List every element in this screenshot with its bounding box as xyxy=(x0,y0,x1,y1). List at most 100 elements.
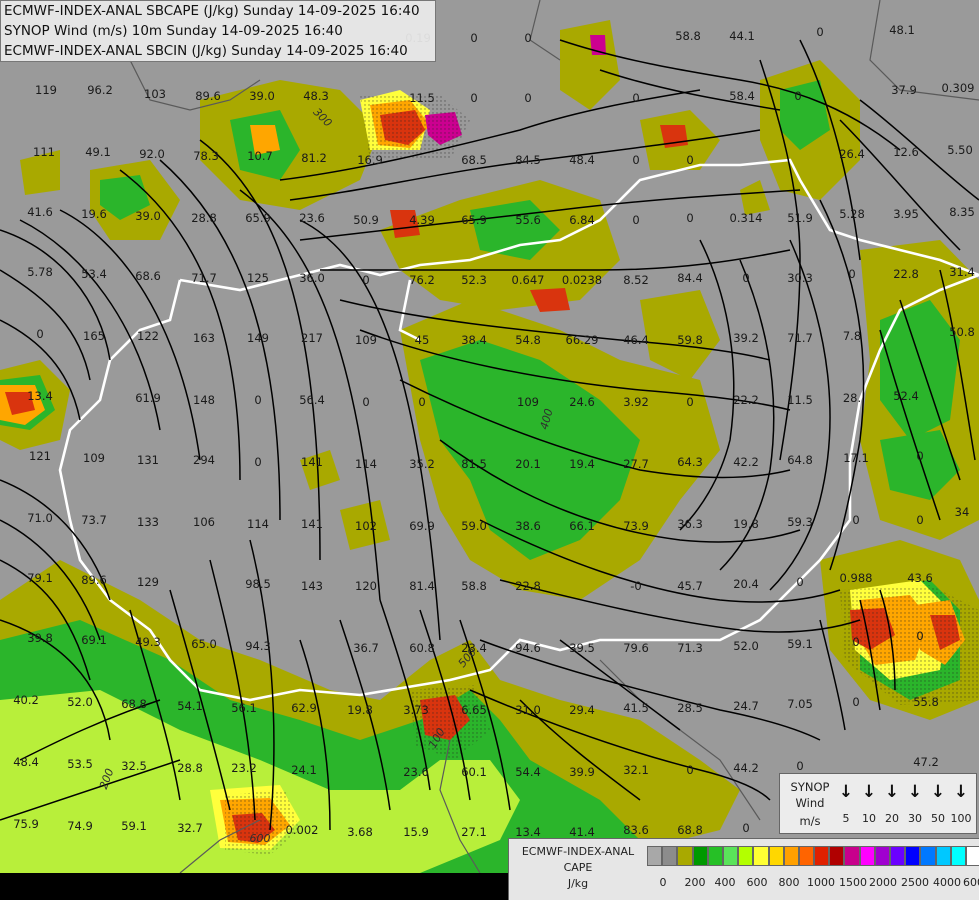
cape-field-map: 0.190058.844.1048.111996.210389.639.048.… xyxy=(0,0,979,900)
station-value: 36.3 xyxy=(677,517,703,531)
station-value: 65.9 xyxy=(245,211,271,225)
station-value: 27.7 xyxy=(623,457,649,471)
station-value: 81.4 xyxy=(409,579,435,593)
station-value: 0 xyxy=(632,91,639,105)
station-value: 120 xyxy=(355,579,377,593)
station-value: 36.0 xyxy=(299,271,325,285)
station-value: 36.7 xyxy=(353,641,379,655)
cape-legend-unit: J/kg xyxy=(567,877,589,890)
station-value: 39.2 xyxy=(733,331,759,345)
wind-legend-value: 5 xyxy=(842,812,850,825)
station-value: 0 xyxy=(686,395,693,409)
cape-color-swatch xyxy=(874,846,890,866)
station-value: 4.39 xyxy=(409,213,435,227)
station-value: 129 xyxy=(137,575,159,589)
wind-legend-unit: m/s xyxy=(799,814,821,828)
cape-color-swatch xyxy=(738,846,754,866)
station-value: 0.647 xyxy=(512,273,545,287)
station-value: 0 xyxy=(254,393,261,407)
station-value: 45.7 xyxy=(677,579,703,593)
station-value: 125 xyxy=(247,271,269,285)
wind-legend-title-2: Wind xyxy=(795,796,825,810)
station-value: 66.1 xyxy=(569,519,595,533)
station-value: 98.5 xyxy=(245,577,271,591)
station-value: 54.8 xyxy=(515,333,541,347)
station-value: 78.3 xyxy=(193,149,219,163)
station-value: 10.7 xyxy=(247,149,273,163)
station-value: 17.1 xyxy=(843,451,869,465)
station-value: 7.8 xyxy=(843,329,861,343)
station-value: 44.1 xyxy=(729,29,755,43)
station-value: 114 xyxy=(247,517,269,531)
station-value: 0 xyxy=(852,635,859,649)
cape-color-swatch xyxy=(707,846,723,866)
station-value: 7.05 xyxy=(787,697,813,711)
station-value: 0 xyxy=(632,153,639,167)
station-value: 50.8 xyxy=(949,325,975,339)
station-value: 3.73 xyxy=(403,703,429,717)
cape-tick-label: 1000 xyxy=(807,876,835,889)
station-value: 49.1 xyxy=(85,145,111,159)
station-value: 0 xyxy=(362,395,369,409)
station-value: 119 xyxy=(35,83,57,97)
station-value: 0 xyxy=(686,211,693,225)
wind-arrow-icon: ↓ xyxy=(930,782,946,802)
cape-color-swatch xyxy=(829,846,845,866)
cape-color-swatch xyxy=(844,846,860,866)
wind-legend-value: 10 xyxy=(862,812,876,825)
station-value: 11.5 xyxy=(787,393,813,407)
cape-color-swatch xyxy=(783,846,799,866)
station-value: 143 xyxy=(301,579,323,593)
station-value: 60.8 xyxy=(409,641,435,655)
station-value: 20.4 xyxy=(733,577,759,591)
cape-color-swatch xyxy=(798,846,815,866)
station-value: 43.6 xyxy=(907,571,933,585)
station-value: 31.4 xyxy=(949,265,975,279)
station-value: 68.8 xyxy=(121,697,147,711)
station-value: 37.9 xyxy=(891,83,917,97)
station-value: 41.5 xyxy=(623,701,649,715)
cape-tick-label: 6000 xyxy=(963,876,979,889)
cape-tick-label: 400 xyxy=(714,876,736,889)
station-value: 11.5 xyxy=(409,91,435,105)
station-value: 68.8 xyxy=(677,823,703,837)
station-value: 19.4 xyxy=(569,457,595,471)
station-value: 28. xyxy=(843,391,861,405)
station-value: 58.8 xyxy=(675,29,701,43)
station-value: 71.7 xyxy=(787,331,813,345)
station-value: 0 xyxy=(742,821,749,835)
station-value: 59.0 xyxy=(461,519,487,533)
station-value: 0.002 xyxy=(286,823,319,837)
station-value: 40.2 xyxy=(13,693,39,707)
station-value: 294 xyxy=(193,453,215,467)
station-value: 23.2 xyxy=(231,761,257,775)
station-value: 5.50 xyxy=(947,143,973,157)
station-value: 56.1 xyxy=(231,701,257,715)
station-value: 12.6 xyxy=(893,145,919,159)
station-value: 22.8 xyxy=(893,267,919,281)
station-value: 84.4 xyxy=(677,271,703,285)
station-value: 109 xyxy=(83,451,105,465)
cape-color-swatches xyxy=(647,846,979,866)
station-value: 0 xyxy=(796,759,803,773)
station-value: 39.0 xyxy=(135,209,161,223)
station-value: 49.3 xyxy=(135,635,161,649)
station-value: 94.6 xyxy=(515,641,541,655)
cape-color-legend: ECMWF-INDEX-ANAL CAPE J/kg 0 200 400 600 800… xyxy=(508,838,979,900)
station-value: 20.1 xyxy=(515,457,541,471)
cape-tick-label: 600 xyxy=(746,876,768,889)
station-value: 28.8 xyxy=(177,761,203,775)
station-value: 45 xyxy=(415,333,430,347)
station-value: 0 xyxy=(916,629,923,643)
station-value: 13.4 xyxy=(515,825,541,839)
station-value: 0 xyxy=(36,327,43,341)
station-value: 0.314 xyxy=(730,211,763,225)
wind-arrow-icon: ↓ xyxy=(884,782,900,802)
cape-tick-label: 800 xyxy=(778,876,800,889)
station-value: 0 xyxy=(254,455,261,469)
station-value: 39.0 xyxy=(249,89,275,103)
cape-color-swatch xyxy=(950,846,966,866)
station-value: 68.6 xyxy=(135,269,161,283)
station-value: 65.9 xyxy=(461,213,487,227)
station-value: 0 xyxy=(686,153,693,167)
